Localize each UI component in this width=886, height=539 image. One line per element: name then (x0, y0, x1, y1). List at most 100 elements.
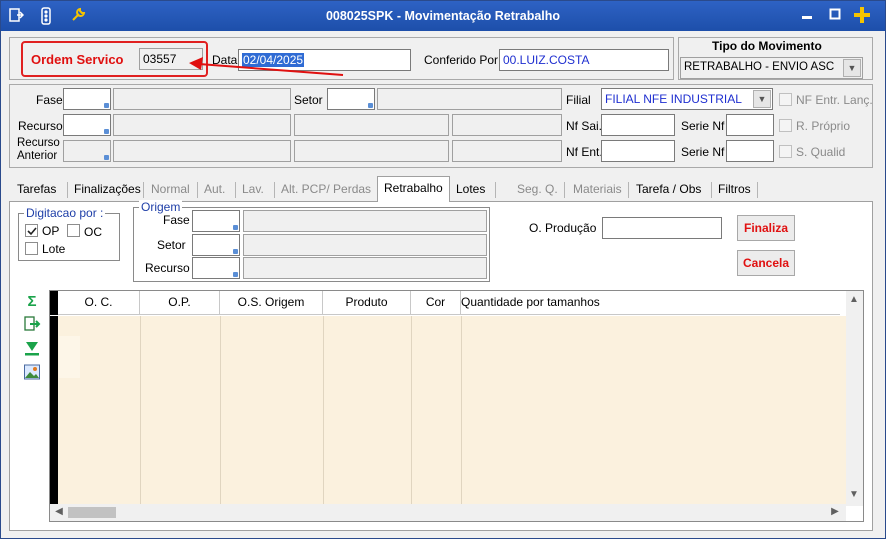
grid-row-indicator (50, 291, 58, 315)
origem-title: Origem (139, 200, 183, 214)
recurso-label: Recurso (18, 119, 63, 133)
col-cor-header[interactable]: Cor (411, 291, 461, 315)
title-bar: 008025SPK - Movimentação Retrabalho (1, 1, 885, 31)
tab-finalizacoes[interactable]: Finalizações (68, 178, 147, 200)
filial-label: Filial (566, 93, 591, 107)
tipo-movimento-select[interactable]: RETRABALHO - ENVIO ASC (680, 57, 863, 79)
tab-lotes[interactable]: Lotes (450, 178, 491, 200)
origem-fase-desc (243, 210, 487, 232)
down-arrow-icon[interactable] (23, 339, 41, 357)
col-op-header[interactable]: O.P. (140, 291, 220, 315)
finaliza-button[interactable]: Finaliza (737, 215, 795, 241)
r-proprio-checkbox[interactable] (779, 119, 792, 132)
setor-description (377, 88, 562, 110)
setor-input[interactable] (327, 88, 375, 110)
filial-value: FILIAL NFE INDUSTRIAL (605, 92, 742, 106)
tab-retrabalho[interactable]: Retrabalho (377, 176, 450, 202)
tab-tarefa-obs[interactable]: Tarefa / Obs (630, 178, 707, 200)
ordem-servico-label: Ordem Servico (31, 52, 124, 67)
recurso-anterior-label-1: Recurso (17, 137, 60, 149)
oc-label: OC (84, 225, 102, 239)
nf-entr-label: NF Entr. Lanç. (796, 93, 873, 107)
origem-setor-desc (243, 234, 487, 256)
col-quantidade-header[interactable]: Quantidade por tamanhos (461, 291, 661, 315)
lote-label: Lote (42, 242, 66, 256)
grid-body[interactable] (50, 316, 846, 506)
recurso-desc-2 (294, 114, 449, 136)
s-qualid-checkbox[interactable] (779, 145, 792, 158)
grid-selected-cell[interactable] (59, 336, 80, 378)
export-icon[interactable] (23, 315, 41, 333)
setor-label: Setor (294, 93, 323, 107)
op-label: OP (42, 224, 60, 238)
serie-nf-label: Serie Nf (681, 119, 725, 133)
nf-entr-checkbox[interactable] (779, 93, 792, 106)
grid-header: O. C. O.P. O.S. Origem Produto Cor Quant… (50, 291, 840, 315)
origem-fase-input[interactable] (192, 210, 240, 232)
tipo-movimento-dropdown-icon[interactable]: ▼ (843, 59, 861, 77)
nf-ent-input[interactable] (601, 140, 675, 162)
nf-sai-input[interactable] (601, 114, 675, 136)
scroll-left-icon[interactable]: ◀ (52, 506, 66, 517)
col-os-origem-header[interactable]: O.S. Origem (220, 291, 323, 315)
recurso-input[interactable] (63, 114, 111, 136)
tab-alt-pcp-perdas[interactable]: Alt. PCP/ Perdas (275, 178, 377, 200)
recurso-anterior-desc-1 (113, 140, 291, 162)
grid-column-divider (140, 316, 141, 506)
tab-tarefas[interactable]: Tarefas (11, 178, 62, 200)
horizontal-scrollbar[interactable]: ◀ ▶ (50, 504, 846, 521)
minimize-icon[interactable] (797, 6, 817, 24)
horizontal-scroll-thumb[interactable] (68, 507, 116, 518)
tab-separator (564, 182, 565, 198)
nf-ent-label: Nf Ent. (566, 145, 603, 159)
tab-materiais[interactable]: Materiais (567, 178, 628, 200)
nf-sai-label: Nf Sai. (566, 119, 603, 133)
plus-icon[interactable] (852, 6, 872, 24)
o-producao-input[interactable] (602, 217, 722, 239)
recurso-anterior-label-2: Anterior (17, 150, 58, 162)
tab-aut[interactable]: Aut. (198, 178, 231, 200)
origem-fase-label: Fase (163, 213, 190, 227)
recurso-anterior-input[interactable] (63, 140, 111, 162)
serie-nf-input[interactable] (726, 114, 774, 136)
tab-normal[interactable]: Normal (145, 178, 196, 200)
col-oc-header[interactable]: O. C. (58, 291, 140, 315)
scroll-right-icon[interactable]: ▶ (828, 506, 842, 517)
fase-input[interactable] (63, 88, 111, 110)
fase-description (113, 88, 291, 110)
origem-recurso-desc (243, 257, 487, 279)
main-window: 008025SPK - Movimentação Retrabalho Orde… (0, 0, 886, 539)
tab-separator (143, 182, 144, 198)
maximize-icon[interactable] (825, 6, 845, 24)
grid-column-divider (220, 316, 221, 506)
window-title: 008025SPK - Movimentação Retrabalho (325, 9, 561, 23)
vertical-scrollbar[interactable]: ▲ ▼ (846, 291, 863, 506)
origem-setor-input[interactable] (192, 234, 240, 256)
scroll-up-icon[interactable]: ▲ (847, 294, 861, 305)
oc-checkbox[interactable] (67, 224, 80, 237)
filial-select[interactable]: FILIAL NFE INDUSTRIAL (601, 88, 773, 110)
op-checkbox[interactable] (25, 224, 38, 237)
tab-lav[interactable]: Lav. (236, 178, 270, 200)
origem-setor-label: Setor (157, 238, 186, 252)
sum-icon[interactable]: Σ (23, 293, 41, 311)
col-produto-header[interactable]: Produto (323, 291, 411, 315)
cancela-button[interactable]: Cancela (737, 250, 795, 276)
o-producao-label: O. Produção (529, 221, 597, 235)
recurso-desc-1 (113, 114, 291, 136)
s-qualid-label: S. Qualid (796, 145, 846, 159)
r-proprio-label: R. Próprio (796, 119, 851, 133)
origem-recurso-input[interactable] (192, 257, 240, 279)
serie-nf2-input[interactable] (726, 140, 774, 162)
scroll-down-icon[interactable]: ▼ (847, 489, 861, 500)
tab-filtros[interactable]: Filtros (712, 178, 757, 200)
grid-column-divider (461, 316, 462, 506)
checkmark-icon (27, 227, 37, 236)
filial-dropdown-icon[interactable]: ▼ (753, 90, 771, 108)
image-icon[interactable] (23, 363, 41, 381)
conferido-label: Conferido Por (424, 53, 499, 67)
conferido-input[interactable]: 00.LUIZ.COSTA (499, 49, 669, 71)
tab-seg-q[interactable]: Seg. Q. (511, 178, 564, 200)
serie-nf2-label: Serie Nf (681, 145, 725, 159)
lote-checkbox[interactable] (25, 242, 38, 255)
